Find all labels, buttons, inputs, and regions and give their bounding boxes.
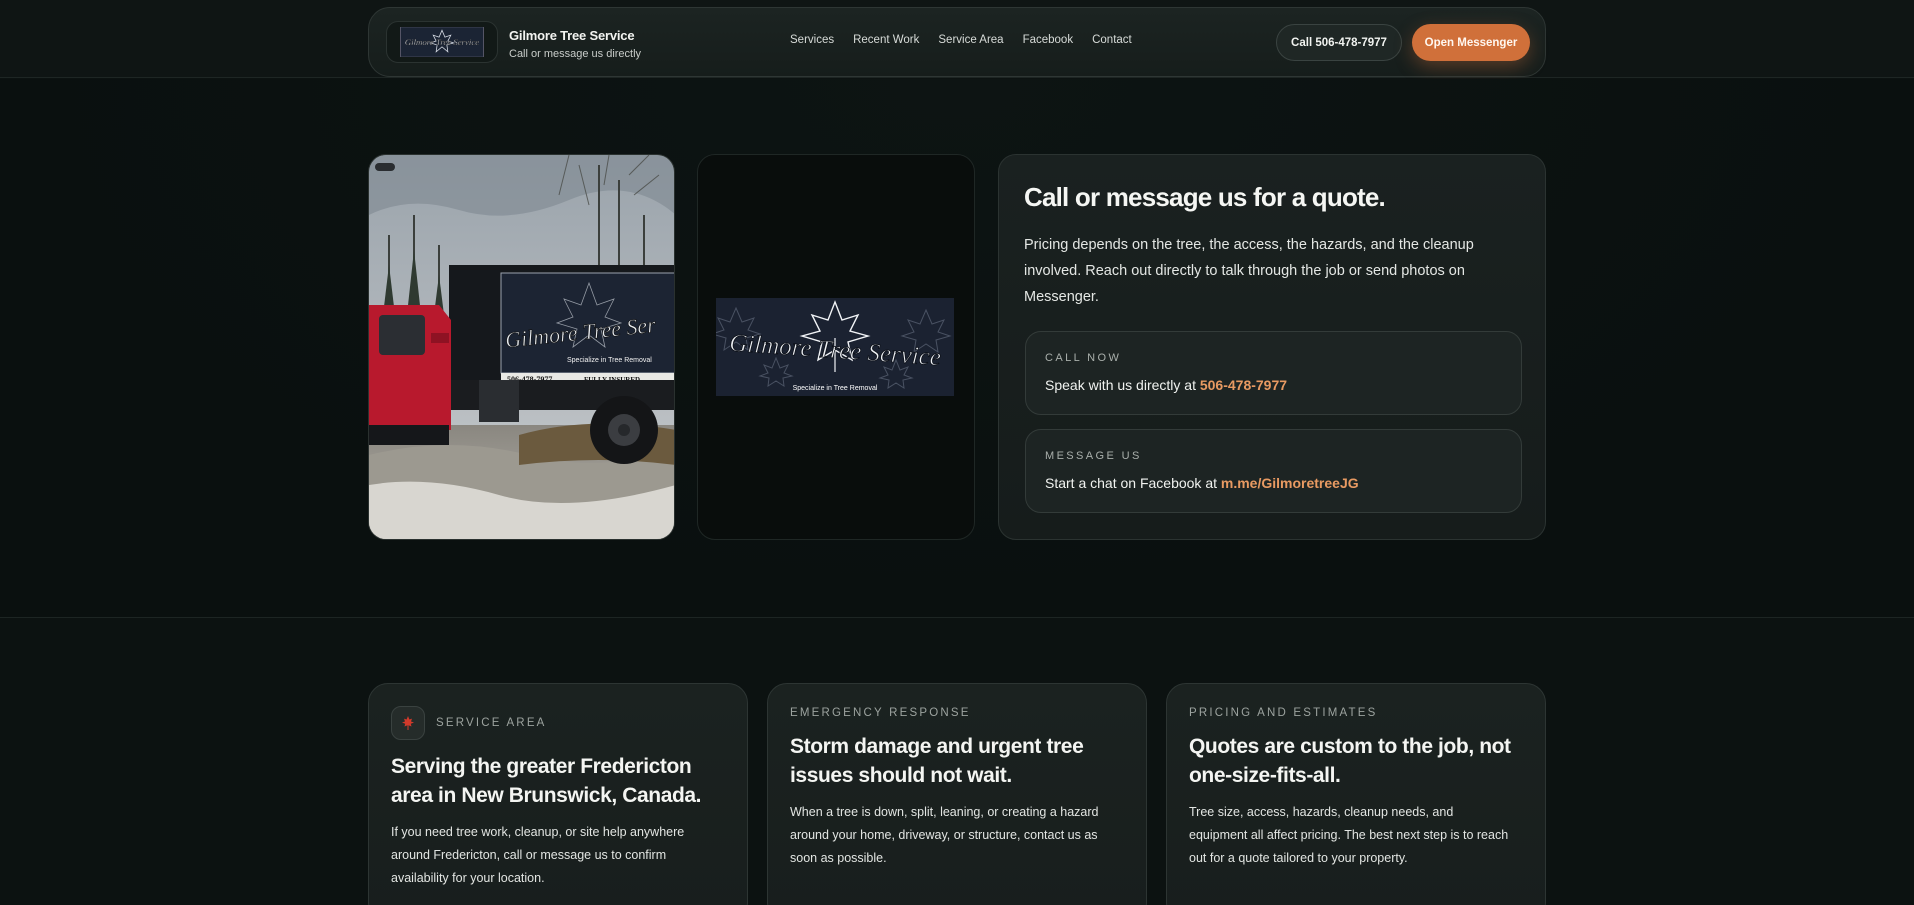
- message-us-text: Start a chat on Facebook at m.me/Gilmore…: [1045, 475, 1359, 491]
- logo-sign-tagline: Specialize in Tree Removal: [793, 385, 878, 392]
- call-button[interactable]: Call 506-478-7977: [1276, 24, 1402, 61]
- service-area-body: If you need tree work, cleanup, or site …: [391, 825, 685, 885]
- call-now-label: Speak with us directly at: [1045, 377, 1200, 393]
- service-area-title: Serving the greater Fredericton area in …: [391, 755, 702, 807]
- pricing-eyebrow: PRICING AND ESTIMATES: [1189, 707, 1378, 719]
- brand-logo[interactable]: Gilmore Tree Service: [386, 21, 498, 63]
- emergency-response-eyebrow: EMERGENCY RESPONSE: [790, 707, 971, 719]
- pricing-body: Tree size, access, hazards, cleanup need…: [1189, 805, 1509, 865]
- message-us-box[interactable]: MESSAGE US Start a chat on Facebook at m…: [1025, 429, 1522, 513]
- nav-link-services[interactable]: Services: [790, 34, 834, 46]
- message-us-label: Start a chat on Facebook at: [1045, 475, 1221, 491]
- emergency-response-card: EMERGENCY RESPONSE Storm damage and urge…: [767, 683, 1147, 905]
- main-nav: Services Recent Work Service Area Facebo…: [790, 34, 1151, 46]
- phone-link[interactable]: 506-478-7977: [1200, 377, 1287, 393]
- logo-card: Gilmore Tree Service Specialize in Tree …: [697, 154, 975, 540]
- call-now-box[interactable]: CALL NOW Speak with us directly at 506-4…: [1025, 331, 1522, 415]
- pricing-title: Quotes are custom to the job, not one-si…: [1189, 735, 1511, 787]
- quote-card: Call or message us for a quote. Pricing …: [998, 154, 1546, 540]
- service-area-card: SERVICE AREA Serving the greater Frederi…: [368, 683, 748, 905]
- truck-photo: Gilmore Tree Ser Specialize in Tree Remo…: [368, 154, 675, 540]
- nav-link-contact[interactable]: Contact: [1092, 34, 1132, 46]
- emergency-response-title: Storm damage and urgent tree issues shou…: [790, 735, 1084, 787]
- quote-body: Pricing depends on the tree, the access,…: [1024, 237, 1474, 305]
- pricing-card: PRICING AND ESTIMATES Quotes are custom …: [1166, 683, 1546, 905]
- service-area-eyebrow: SERVICE AREA: [436, 717, 547, 729]
- messenger-link[interactable]: m.me/GilmoretreeJG: [1221, 475, 1359, 491]
- message-us-eyebrow: MESSAGE US: [1045, 450, 1142, 462]
- emergency-response-body: When a tree is down, split, leaning, or …: [790, 805, 1099, 865]
- open-messenger-button[interactable]: Open Messenger: [1412, 24, 1530, 61]
- company-logo-sign: Gilmore Tree Service Specialize in Tree …: [716, 298, 954, 396]
- truck-sign-tagline: Specialize in Tree Removal: [567, 357, 652, 364]
- call-now-text: Speak with us directly at 506-478-7977: [1045, 377, 1287, 393]
- truck-photo-image: Gilmore Tree Ser Specialize in Tree Remo…: [369, 155, 674, 539]
- nav-link-facebook[interactable]: Facebook: [1023, 34, 1074, 46]
- site-header: Gilmore Tree Service Gilmore Tree Servic…: [368, 7, 1546, 77]
- svg-text:Gilmore Tree Service: Gilmore Tree Service: [405, 37, 479, 47]
- brand-subtitle: Call or message us directly: [509, 48, 642, 60]
- brand-logo-image: Gilmore Tree Service: [400, 27, 484, 57]
- nav-link-recent-work[interactable]: Recent Work: [853, 34, 919, 46]
- maple-leaf-icon: [391, 706, 425, 740]
- call-now-eyebrow: CALL NOW: [1045, 352, 1122, 364]
- nav-link-service-area[interactable]: Service Area: [938, 34, 1003, 46]
- maple-leaf-logo-icon: Gilmore Tree Service: [401, 27, 483, 57]
- brand-title[interactable]: Gilmore Tree Service: [509, 28, 635, 43]
- quote-title: Call or message us for a quote.: [1024, 182, 1386, 212]
